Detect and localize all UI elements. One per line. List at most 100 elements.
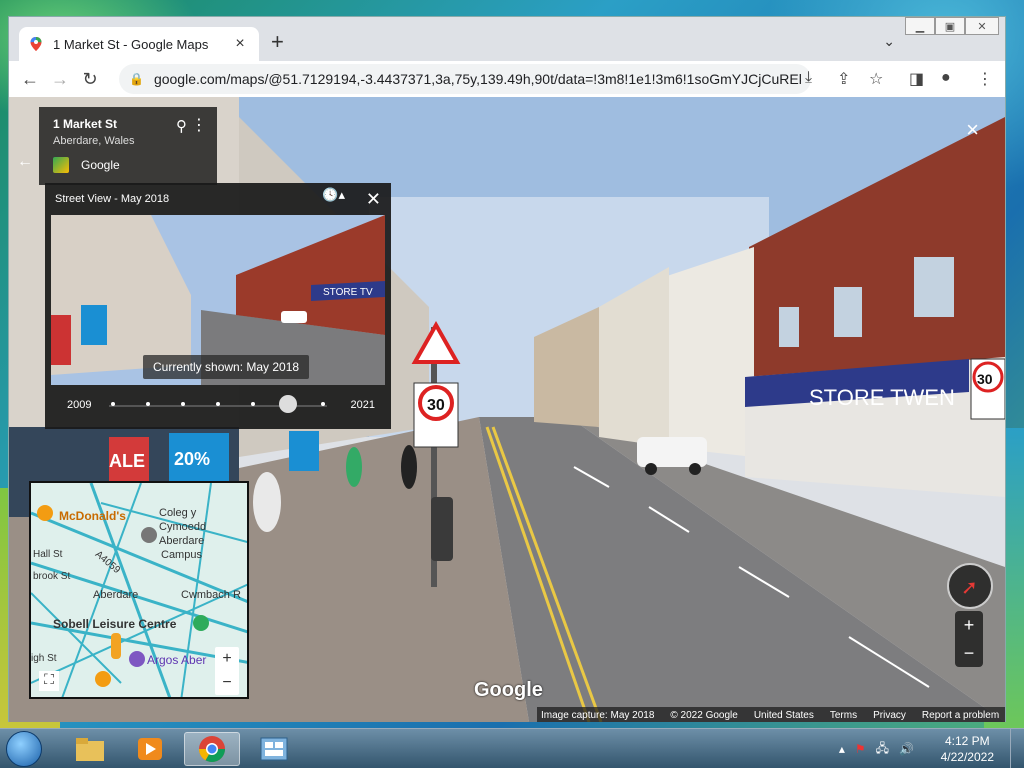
taskbar-clock[interactable]: 4:12 PM 4/22/2022 [941, 733, 994, 765]
timeline-dot[interactable] [146, 402, 150, 406]
google-maps-icon [30, 37, 42, 51]
taskbar-file-explorer[interactable] [62, 732, 118, 766]
image-capture-date: Image capture: May 2018 [541, 709, 655, 721]
taskbar-media-player[interactable] [122, 732, 178, 766]
history-clock-icon[interactable]: 🕓▴ [322, 187, 345, 203]
time-machine-title: Street View - May 2018 [55, 193, 170, 205]
map-label-cwmbach: Cwmbach R [181, 589, 241, 601]
tab-strip: 1 Market St - Google Maps × + ⌄ ▁ ▣ ✕ [9, 17, 1005, 61]
start-button[interactable] [6, 731, 42, 767]
close-street-view-icon[interactable]: × [966, 117, 979, 143]
timeline-slider[interactable]: 2009 2021 [45, 393, 391, 421]
map-pin-icon[interactable]: ⚲ [176, 117, 187, 135]
timeline-dot[interactable] [251, 402, 255, 406]
browser-window: 1 Market St - Google Maps × + ⌄ ▁ ▣ ✕ ← … [8, 16, 1006, 722]
tab-search-chevron-icon[interactable]: ⌄ [883, 33, 895, 50]
close-window-button[interactable]: ✕ [965, 17, 999, 35]
media-player-icon [138, 738, 162, 760]
map-label-brook-st: brook St [33, 571, 71, 582]
show-desktop-button[interactable] [1010, 729, 1024, 768]
map-label-sobell: Sobell Leisure Centre [53, 617, 177, 631]
google-badge-icon [53, 157, 69, 173]
timeline-dot[interactable] [111, 402, 115, 406]
clock-date: 4/22/2022 [940, 750, 994, 764]
shop-sale-text: ALE [109, 451, 145, 471]
minimap-zoom-control: + − [215, 647, 239, 695]
clock-time: 4:12 PM [944, 734, 990, 748]
compass-button[interactable]: ➚ [947, 563, 993, 609]
map-label-aberdare: Aberdare [93, 589, 139, 601]
terms-link[interactable]: Terms [830, 710, 857, 721]
timeline-dot[interactable] [321, 402, 325, 406]
tab-close-icon[interactable]: × [231, 35, 249, 53]
minimize-button[interactable]: ▁ [905, 17, 935, 35]
street-view-viewport[interactable]: STORE TWEN 30 30 ALE 20% ← 1 Market St A… [9, 97, 1005, 722]
folder-icon [76, 738, 104, 761]
map-label-mcdonalds: McDonald's [59, 509, 126, 523]
install-app-icon[interactable]: ⤓ [805, 69, 812, 87]
minimap-zoom-out-button[interactable]: − [215, 671, 239, 695]
taskbar-chrome[interactable] [184, 732, 240, 766]
minimap-zoom-in-button[interactable]: + [215, 647, 239, 671]
network-icon[interactable]: 🖧 [876, 739, 889, 760]
timeline-dot[interactable] [181, 402, 185, 406]
lock-icon: 🔒 [129, 72, 144, 86]
report-problem-link[interactable]: Report a problem [922, 710, 999, 721]
head: 🕓▴ Street View - May 2018 ✕ [45, 183, 391, 215]
privacy-link[interactable]: Privacy [873, 710, 906, 721]
currently-shown-label: Currently shown: May 2018 [143, 355, 310, 379]
city-name: Aberdare, Wales [53, 135, 135, 147]
map-label-coleg2: Cymoedd [159, 521, 207, 533]
back-button[interactable]: ← [15, 69, 45, 90]
map-label-hall-st: Hall St [33, 549, 63, 560]
timeline-knob[interactable] [279, 395, 297, 413]
address-bar[interactable]: 🔒 google.com/maps/@51.7129194,-3.4437371… [119, 64, 811, 94]
shop-pct-text: 20% [174, 449, 210, 469]
by: Google [53, 157, 203, 173]
system-tray: ▴ ⚑ 🖧 🔊 [839, 729, 914, 768]
taskbar-control-panel[interactable] [246, 732, 302, 766]
menu-kebab-icon[interactable]: ⋮ [977, 69, 993, 89]
map-label-coleg4: Campus [161, 549, 202, 561]
google-logo: Google [474, 679, 543, 701]
tray-expand-icon[interactable]: ▴ [839, 742, 845, 756]
zoom-out-button[interactable]: − [955, 639, 983, 667]
bookmark-star-icon[interactable]: ☆ [869, 69, 883, 89]
maximize-button[interactable]: ▣ [935, 17, 965, 35]
new-tab-button[interactable]: + [271, 31, 284, 53]
share-icon[interactable]: ⇪ [837, 69, 850, 89]
copyright-text: © 2022 Google [670, 709, 738, 721]
zoom-in-button[interactable]: + [955, 611, 983, 639]
taskbar: ▴ ⚑ 🖧 🔊 4:12 PM 4/22/2022 [0, 728, 1024, 768]
reload-button[interactable]: ↻ [75, 69, 105, 90]
street-view-zoom-control: + − [955, 611, 983, 667]
speed-sign-right-text: 30 [977, 371, 993, 387]
map-label-argos: Argos Aber [147, 653, 207, 667]
store-sign-text: STORE TWEN [809, 385, 955, 410]
profile-avatar-icon[interactable]: ● [941, 69, 951, 87]
close-time-machine-icon[interactable]: ✕ [366, 189, 381, 210]
control-panel-icon [260, 737, 288, 761]
back-arrow-icon[interactable]: ← [17, 153, 33, 171]
minimap[interactable]: McDonald's Coleg y Cymoedd Aberdare Camp… [29, 481, 249, 699]
map-label-coleg1: Coleg y [159, 507, 197, 519]
map-footer: Image capture: May 2018 © 2022 Google Un… [537, 707, 1005, 722]
fullscreen-icon[interactable]: ⛶ [39, 671, 59, 691]
speed-sign-text: 30 [427, 397, 445, 414]
map-label-high-st: igh St [31, 653, 57, 664]
side-panel-icon[interactable]: ◨ [909, 69, 924, 89]
time-machine-thumbnail[interactable]: STORE TV Currently shown: May 2018 [51, 215, 385, 385]
action-center-flag-icon[interactable]: ⚑ [855, 742, 866, 756]
tab-title: 1 Market St - Google Maps [53, 36, 209, 52]
region-link[interactable]: United States [754, 710, 814, 721]
forward-button[interactable]: → [45, 69, 75, 90]
browser-toolbar: ← → ↻ 🔒 google.com/maps/@51.7129194,-3.4… [9, 61, 1005, 97]
volume-icon[interactable]: 🔊 [899, 742, 914, 756]
more-options-icon[interactable]: ⋮ [191, 115, 207, 135]
timeline-start-year: 2009 [67, 399, 92, 411]
compass-needle-icon: ➚ [961, 577, 978, 599]
timeline-dot[interactable] [216, 402, 220, 406]
tab-google-maps[interactable]: 1 Market St - Google Maps × [19, 27, 259, 61]
provider-name: Google [81, 158, 120, 172]
map-label-coleg3: Aberdare [159, 535, 205, 547]
